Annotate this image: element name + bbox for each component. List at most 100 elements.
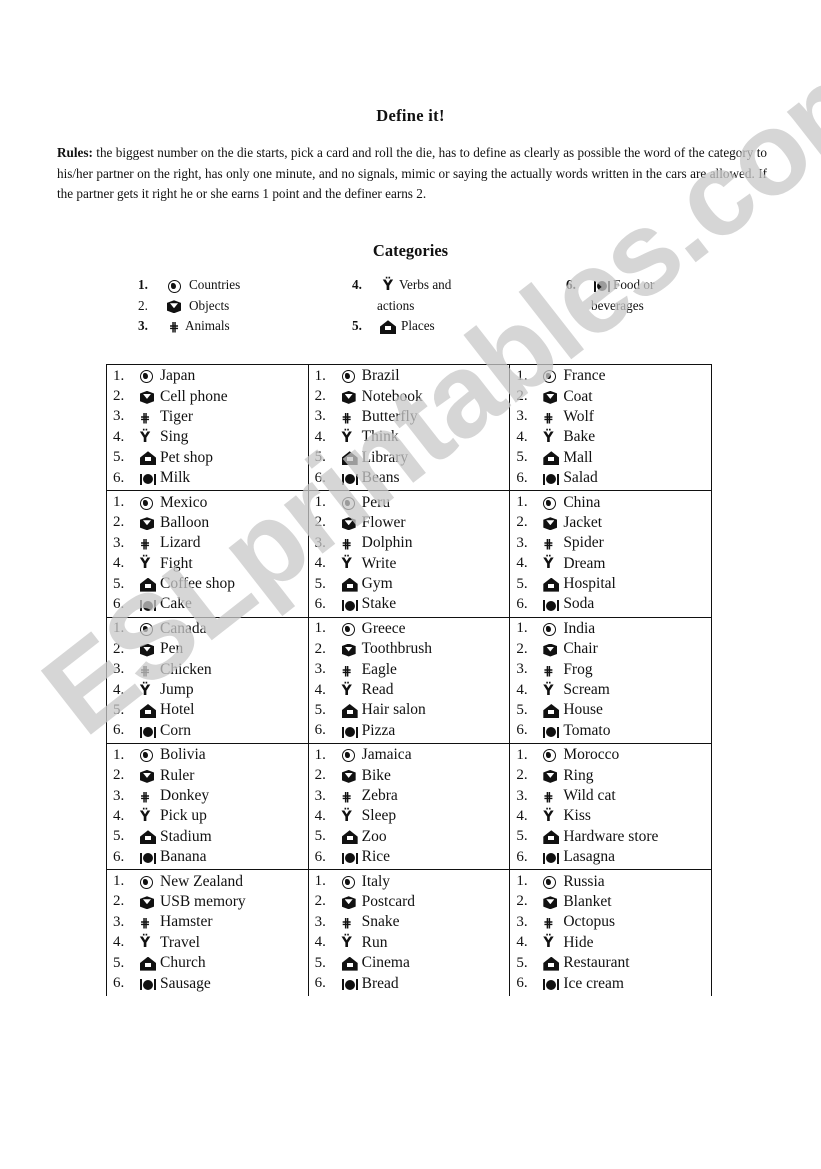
card-item: 4. Ÿ Pick up bbox=[113, 806, 308, 826]
card: 1. China 2. Jacket 3. ⋕ Spider 4. Ÿ Dream 5. Hospit… bbox=[509, 490, 712, 618]
card-item: 3. ⋕ Donkey bbox=[113, 786, 308, 806]
food-icon bbox=[341, 850, 362, 864]
card: 1. Russia 2. Blanket 3. ⋕ Octopus 4. Ÿ Hide 5. Rest… bbox=[509, 869, 712, 996]
globe-icon bbox=[543, 495, 563, 510]
bug-icon: ⋕ bbox=[341, 663, 352, 678]
item-number: 2. bbox=[314, 893, 326, 910]
globe-icon bbox=[341, 495, 362, 510]
item-number: 4. bbox=[314, 555, 326, 572]
item-word: Library bbox=[361, 448, 409, 466]
globe-icon bbox=[163, 275, 185, 296]
item-word: Bike bbox=[361, 766, 391, 784]
item-word: Tiger bbox=[160, 407, 194, 425]
category-item: 1. Countries bbox=[138, 275, 240, 296]
item-number: 3. bbox=[113, 661, 125, 678]
globe-icon bbox=[140, 748, 160, 763]
card-item: 5. Library bbox=[315, 448, 510, 468]
rules-label: Rules: bbox=[57, 145, 93, 160]
card-item: 4. Ÿ Jump bbox=[113, 680, 308, 700]
card: 1. Bolivia 2. Ruler 3. ⋕ Donkey 4. Ÿ Pick up 5. Sta… bbox=[106, 743, 309, 870]
item-number: 5. bbox=[113, 575, 125, 592]
card-item: 5. Stadium bbox=[113, 827, 308, 847]
card: 1. India 2. Chair 3. ⋕ Frog 4. Ÿ Scream 5. House 6. T… bbox=[509, 616, 712, 744]
item-number: 2. bbox=[314, 640, 326, 657]
item-word: Banana bbox=[160, 848, 207, 866]
item-word: Run bbox=[361, 933, 388, 951]
item-number: 6. bbox=[516, 469, 528, 486]
card-item: 3. ⋕ Dolphin bbox=[315, 533, 510, 553]
item-number: 5. bbox=[314, 449, 326, 466]
house-icon bbox=[140, 956, 160, 971]
house-icon bbox=[543, 577, 563, 592]
house-icon bbox=[140, 577, 160, 592]
categories-heading: Categories bbox=[372, 241, 449, 260]
card-row: 1. Mexico 2. Balloon 3. ⋕ Lizard 4. Ÿ Fight 5. Coff… bbox=[106, 490, 712, 618]
card-item: 5. Cinema bbox=[315, 953, 510, 973]
card: 1. New Zealand 2. USB memory 3. ⋕ Hamster 4. Ÿ Tr… bbox=[106, 869, 309, 996]
item-number: 4. bbox=[113, 934, 125, 951]
category-label-continued: actions bbox=[377, 297, 415, 313]
bug-icon: ⋕ bbox=[543, 663, 554, 678]
item-word: Hardware store bbox=[563, 827, 659, 845]
card-item: 3. ⋕ Eagle bbox=[315, 659, 510, 679]
box-icon bbox=[543, 642, 563, 657]
card-item: 3. ⋕ Frog bbox=[516, 659, 711, 679]
card: 1. Peru 2. Flower 3. ⋕ Dolphin 4. Ÿ Write 5. Gym 6. S… bbox=[307, 490, 511, 618]
card-item: 6. Salad bbox=[516, 468, 711, 488]
item-number: 2. bbox=[516, 640, 528, 657]
item-number: 3. bbox=[314, 408, 326, 425]
item-word: Travel bbox=[160, 933, 200, 951]
item-word: Coat bbox=[563, 387, 593, 405]
item-word: Coffee shop bbox=[160, 575, 236, 593]
category-label: Places bbox=[401, 318, 435, 333]
card-item: 5. House bbox=[516, 700, 711, 720]
item-word: Zebra bbox=[361, 787, 398, 804]
item-number: 1. bbox=[516, 494, 528, 511]
globe-icon bbox=[341, 748, 362, 763]
card-item: 5. Coffee shop bbox=[113, 574, 308, 594]
item-number: 6. bbox=[314, 975, 326, 992]
box-icon bbox=[140, 642, 160, 657]
card-item: 1. Japan bbox=[113, 366, 308, 386]
item-number: 5. bbox=[113, 701, 125, 718]
bug-icon: ⋕ bbox=[341, 537, 352, 552]
item-word: Mall bbox=[563, 448, 593, 466]
bug-icon: ⋕ bbox=[543, 537, 554, 552]
item-number: 2. bbox=[314, 767, 326, 784]
category-item: 3. ⋕ Animals bbox=[138, 316, 240, 337]
item-number: 5. bbox=[314, 575, 326, 592]
card-item: 5. Hardware store bbox=[516, 827, 711, 847]
item-number: 4. bbox=[516, 681, 528, 698]
category-number: 5. bbox=[352, 318, 362, 333]
item-word: Greece bbox=[361, 619, 406, 637]
item-number: 4. bbox=[113, 681, 125, 698]
item-number: 1. bbox=[113, 873, 125, 890]
item-word: Rice bbox=[361, 848, 391, 866]
box-icon bbox=[341, 389, 362, 404]
item-word: Chair bbox=[563, 640, 598, 658]
food-icon bbox=[341, 977, 362, 991]
item-number: 5. bbox=[314, 954, 326, 971]
card-row: 1. Japan 2. Cell phone 3. ⋕ Tiger 4. Ÿ Sing 5. Pet … bbox=[106, 363, 712, 491]
card-item: 3. ⋕ Butterfly bbox=[315, 407, 510, 427]
item-word: Blanket bbox=[563, 892, 612, 910]
weightlifter-icon: Ÿ bbox=[140, 935, 151, 952]
card-item: 4. Ÿ Sing bbox=[113, 427, 308, 447]
item-number: 4. bbox=[314, 681, 326, 698]
card-item: 4. Ÿ Scream bbox=[516, 680, 711, 700]
item-number: 2. bbox=[516, 514, 528, 531]
card-item: 1. New Zealand bbox=[113, 871, 308, 891]
card-item: 2. Chair bbox=[516, 639, 711, 659]
card-item: 2. Toothbrush bbox=[315, 639, 510, 659]
card-item: 2. USB memory bbox=[113, 892, 308, 912]
card-item: 1. Peru bbox=[315, 492, 510, 512]
card-item: 1. Mexico bbox=[113, 492, 308, 512]
card-item: 6. Rice bbox=[315, 847, 510, 867]
globe-icon bbox=[543, 622, 563, 637]
category-item: 6. Food or bbox=[566, 275, 654, 296]
bug-icon: ⋕ bbox=[168, 319, 180, 334]
card-item: 4. Ÿ Bake bbox=[516, 427, 711, 447]
food-icon bbox=[140, 598, 160, 612]
weightlifter-icon: Ÿ bbox=[341, 808, 352, 825]
item-number: 4. bbox=[516, 807, 528, 824]
